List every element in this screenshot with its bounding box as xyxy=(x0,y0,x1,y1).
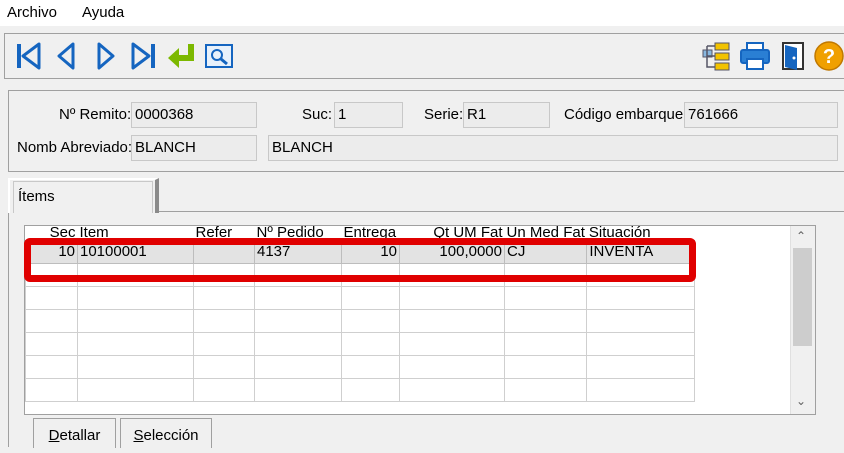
previous-record-icon[interactable] xyxy=(51,40,83,72)
remito-label: Nº Remito: xyxy=(59,106,132,123)
scroll-down-icon[interactable]: ⌄ xyxy=(796,394,806,408)
seleccion-button[interactable]: Selección xyxy=(120,418,212,448)
table-row-empty[interactable] xyxy=(25,355,696,379)
serie-label: Serie: xyxy=(424,106,464,123)
nomb-abreviado-field[interactable]: BLANCH xyxy=(131,135,257,161)
serie-field[interactable]: R1 xyxy=(463,102,550,128)
table-row-empty[interactable] xyxy=(25,309,696,333)
suc-field[interactable]: 1 xyxy=(334,102,403,128)
exit-door-icon[interactable] xyxy=(777,40,809,72)
first-record-icon[interactable] xyxy=(13,40,45,72)
print-icon[interactable] xyxy=(739,40,771,72)
detallar-button[interactable]: Detallar xyxy=(33,418,116,448)
tab-items-label: Ítems xyxy=(18,188,55,205)
table-row-empty[interactable] xyxy=(25,332,696,356)
suc-label: Suc: xyxy=(302,106,333,123)
remito-field[interactable]: 0000368 xyxy=(131,102,257,128)
nomb-description-field: BLANCH xyxy=(268,135,838,161)
tree-icon[interactable] xyxy=(701,40,733,72)
row-highlight-box xyxy=(24,238,696,282)
tab-items[interactable]: Ítems xyxy=(8,178,159,213)
menu-bar: Archivo Ayuda xyxy=(0,0,844,26)
table-row-empty[interactable] xyxy=(25,378,696,402)
preview-icon[interactable] xyxy=(203,40,235,72)
menu-archivo[interactable]: Archivo xyxy=(7,4,57,21)
embarque-label: Código embarque: xyxy=(564,106,688,123)
toolbar: ? xyxy=(4,33,844,79)
menu-ayuda[interactable]: Ayuda xyxy=(82,4,124,21)
help-icon[interactable]: ? xyxy=(813,40,844,72)
scroll-thumb[interactable] xyxy=(793,248,812,346)
embarque-field[interactable]: 761666 xyxy=(684,102,838,128)
svg-text:?: ? xyxy=(823,46,835,68)
vertical-scrollbar[interactable]: ⌃ ⌄ xyxy=(790,226,815,414)
return-icon[interactable] xyxy=(165,40,197,72)
nomb-abreviado-label: Nomb Abreviado: xyxy=(17,139,133,156)
next-record-icon[interactable] xyxy=(89,40,121,72)
table-row-empty[interactable] xyxy=(25,286,696,310)
last-record-icon[interactable] xyxy=(127,40,159,72)
scroll-up-icon[interactable]: ⌃ xyxy=(796,229,806,243)
